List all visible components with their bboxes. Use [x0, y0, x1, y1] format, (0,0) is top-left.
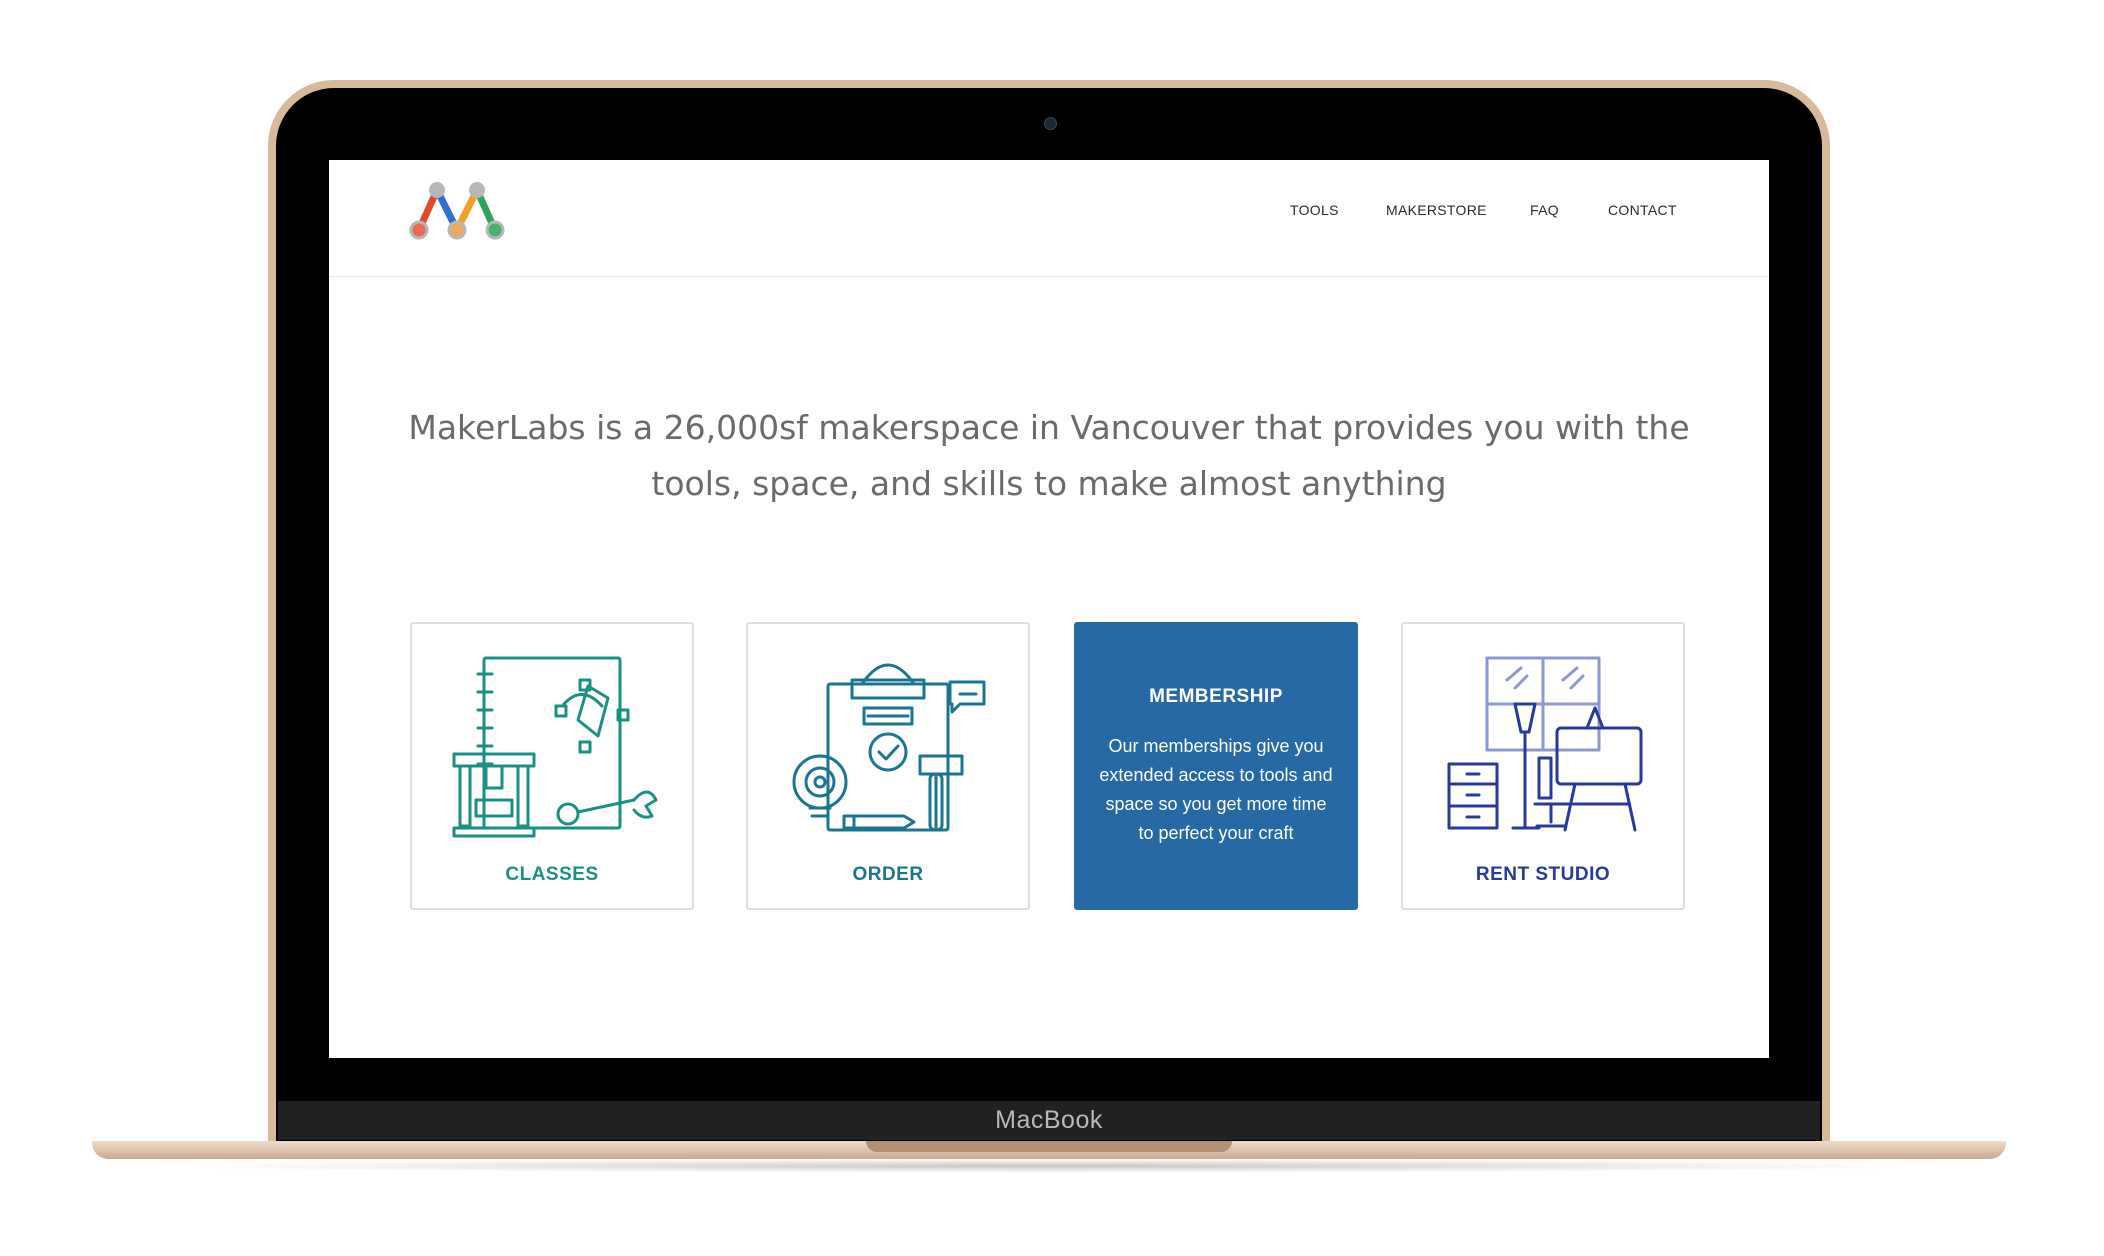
card-membership-title: MEMBERSHIP: [1149, 686, 1283, 707]
card-order[interactable]: ORDER: [746, 622, 1030, 910]
card-membership-description: Our memberships give you extended access…: [1099, 736, 1333, 843]
camera-icon: [1044, 117, 1057, 130]
nav-faq[interactable]: FAQ: [1530, 202, 1559, 218]
site-header: TOOLS MAKERSTORE FAQ CONTACT: [329, 160, 1769, 277]
card-classes-label: CLASSES: [505, 864, 599, 885]
card-rent-studio-label: RENT STUDIO: [1475, 864, 1611, 885]
device-brand-label: MacBook: [995, 1106, 1103, 1134]
classes-tools-icon: [452, 656, 658, 838]
nav-tools[interactable]: TOOLS: [1290, 202, 1339, 218]
laptop-notch: [866, 1141, 1232, 1152]
hero-line-2: tools, space, and skills to make almost …: [651, 464, 1447, 503]
studio-room-icon: [1447, 656, 1643, 832]
browser-viewport: TOOLS MAKERSTORE FAQ CONTACT MakerLabs i…: [329, 160, 1769, 1058]
makerlabs-logo-icon[interactable]: [409, 178, 509, 242]
card-order-label: ORDER: [852, 864, 924, 885]
nav-contact[interactable]: CONTACT: [1608, 202, 1677, 218]
laptop-shadow: [150, 1159, 1950, 1173]
card-rent-studio[interactable]: RENT STUDIO: [1401, 622, 1685, 910]
nav-makerstore[interactable]: MAKERSTORE: [1386, 202, 1487, 218]
hero-line-1: MakerLabs is a 26,000sf makerspace in Va…: [408, 408, 1690, 447]
card-classes[interactable]: CLASSES: [410, 622, 694, 910]
order-checklist-icon: [792, 663, 986, 832]
card-membership[interactable]: MEMBERSHIP Our memberships give you exte…: [1074, 622, 1358, 910]
hero-headline: MakerLabs is a 26,000sf makerspace in Va…: [369, 400, 1729, 512]
